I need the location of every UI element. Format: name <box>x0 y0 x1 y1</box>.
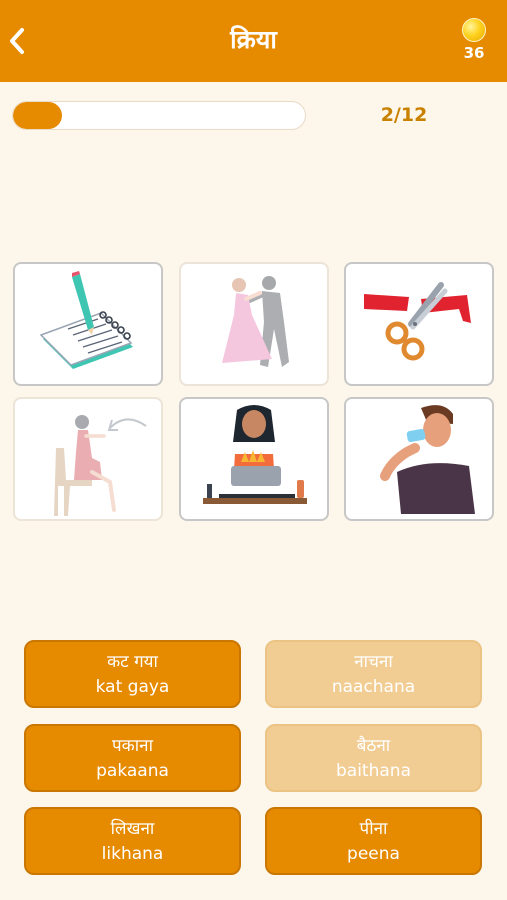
drinking-man-icon <box>379 404 475 514</box>
dancing-couple-icon <box>222 275 289 367</box>
coin-count: 36 <box>463 44 485 62</box>
answer-hindi: कट गया <box>107 652 158 672</box>
answer-button-dance[interactable]: नाचना naachana <box>265 640 482 708</box>
progress-fill <box>13 102 62 129</box>
sitting-woman-icon <box>53 415 147 516</box>
progress-bar <box>12 101 306 130</box>
answer-hindi: पकाना <box>112 736 153 756</box>
page-title: क्रिया <box>230 25 277 54</box>
progress-label: 2/12 <box>380 104 428 126</box>
answer-button-write[interactable]: लिखना likhana <box>24 807 241 875</box>
answer-button-sit[interactable]: बैठना baithana <box>265 724 482 792</box>
cooking-woman-icon <box>203 404 307 504</box>
writing-notebook-icon <box>39 271 133 369</box>
image-card-sitting[interactable] <box>13 397 163 521</box>
coin-icon <box>462 18 486 42</box>
answer-button-drink[interactable]: पीना peena <box>265 807 482 875</box>
answer-translit: likhana <box>101 844 164 864</box>
image-card-cooking[interactable] <box>179 397 329 521</box>
image-card-drinking[interactable] <box>344 397 494 521</box>
answer-button-cut[interactable]: कट गया kat gaya <box>24 640 241 708</box>
answer-translit: peena <box>347 844 400 864</box>
image-card-writing[interactable] <box>13 262 163 386</box>
answer-button-cook[interactable]: पकाना pakaana <box>24 724 241 792</box>
scissors-ribbon-icon <box>364 282 471 361</box>
coin-balance: 36 <box>458 18 490 62</box>
answer-translit: pakaana <box>96 761 169 781</box>
image-card-dancing[interactable] <box>179 262 329 386</box>
answer-translit: baithana <box>336 761 411 781</box>
answer-translit: kat gaya <box>95 677 170 697</box>
answer-hindi: नाचना <box>354 652 393 672</box>
answer-hindi: बैठना <box>356 736 391 756</box>
app-header: क्रिया 36 <box>0 0 507 82</box>
image-card-cutting[interactable] <box>344 262 494 386</box>
answer-hindi: लिखना <box>110 819 155 839</box>
answer-hindi: पीना <box>359 819 388 839</box>
answer-translit: naachana <box>331 677 416 697</box>
